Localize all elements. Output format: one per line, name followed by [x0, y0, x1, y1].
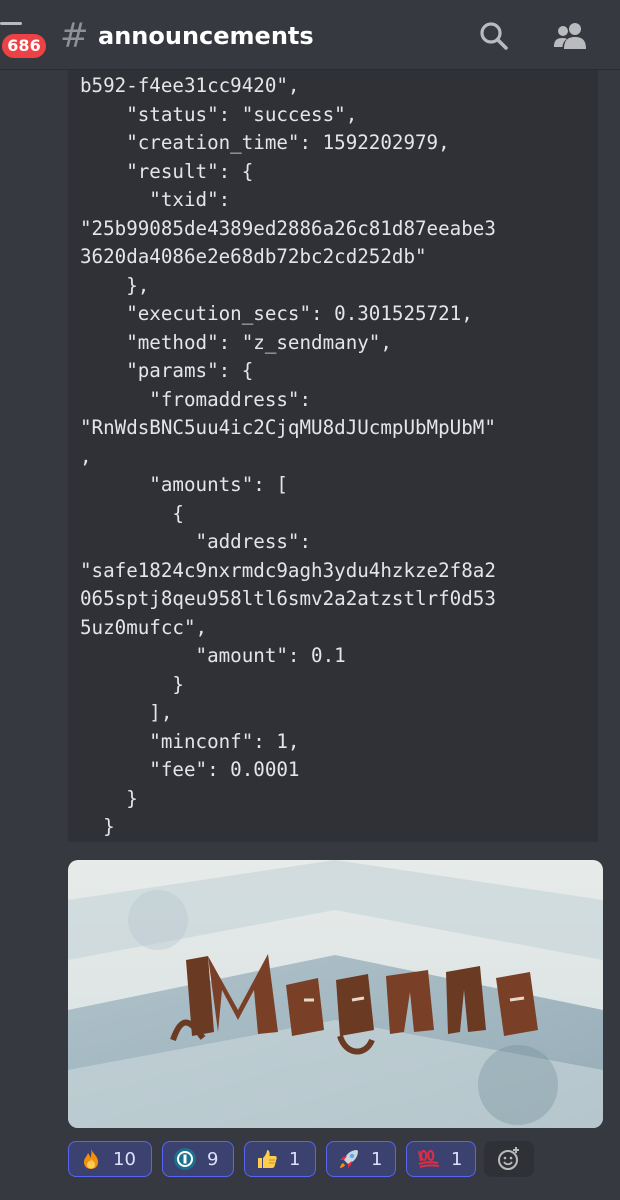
member-list-button[interactable] — [550, 16, 590, 56]
add-reaction-button[interactable] — [484, 1141, 534, 1177]
reaction-count: 1 — [371, 1148, 383, 1170]
reaction-token[interactable]: 9 — [162, 1141, 234, 1177]
reaction-count: 9 — [207, 1148, 219, 1170]
reactions-bar: 10 9 1 1 1 — [68, 1141, 608, 1179]
embed-image-magna[interactable] — [68, 860, 603, 1128]
reaction-count: 1 — [289, 1148, 301, 1170]
fire-emoji-icon — [84, 1149, 98, 1169]
rocket-emoji-icon — [340, 1150, 358, 1168]
reaction-count: 1 — [451, 1148, 463, 1170]
unread-mentions-badge[interactable]: 686 — [2, 34, 46, 58]
reaction-thumbs-up[interactable]: 1 — [244, 1141, 316, 1177]
channel-header: 686 # announcements — [0, 0, 620, 70]
search-button[interactable] — [474, 16, 514, 56]
menu-icon[interactable] — [0, 22, 22, 25]
reaction-count: 10 — [113, 1148, 136, 1170]
hundred-points-emoji-icon — [418, 1150, 440, 1168]
thumbs-up-emoji-icon — [258, 1150, 277, 1168]
channel-hash-icon: # — [60, 16, 89, 56]
members-icon — [554, 23, 586, 49]
channel-title[interactable]: announcements — [98, 20, 314, 52]
code-content: b592-f4ee31cc9420", "status": "success",… — [80, 74, 496, 838]
code-block: b592-f4ee31cc9420", "status": "success",… — [68, 70, 598, 842]
add-reaction-icon — [498, 1147, 519, 1170]
token-logo-emoji-icon — [174, 1148, 196, 1170]
magna-artwork — [68, 860, 603, 1128]
reaction-hundred[interactable]: 1 — [406, 1141, 476, 1177]
reaction-fire[interactable]: 10 — [68, 1141, 152, 1177]
search-icon — [480, 22, 508, 50]
reaction-rocket[interactable]: 1 — [326, 1141, 396, 1177]
